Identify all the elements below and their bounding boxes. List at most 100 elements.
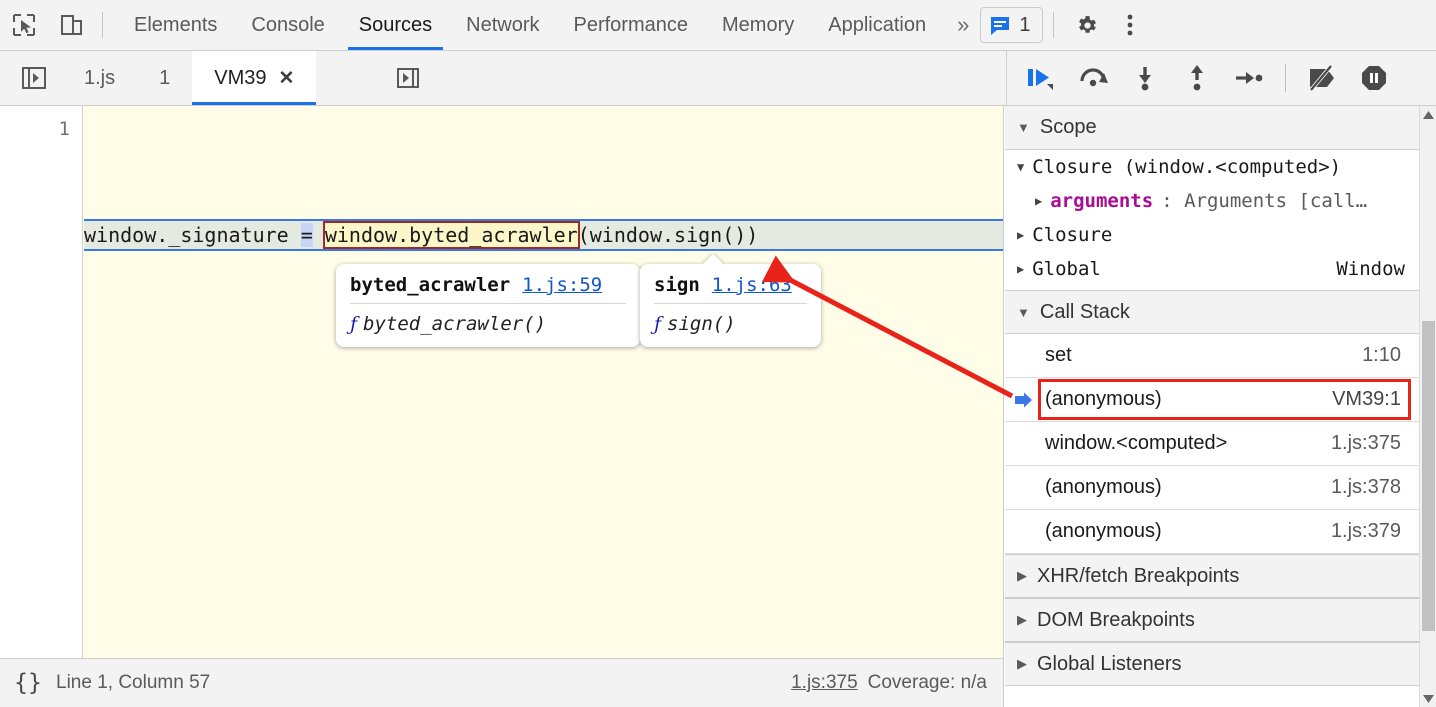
- chevron-right-icon: ▶: [1017, 656, 1027, 671]
- dom-breakpoints-section-header[interactable]: ▶ DOM Breakpoints: [1005, 598, 1419, 642]
- scroll-down-arrow-icon[interactable]: [1420, 690, 1436, 707]
- panel-tab-list: Elements Console Sources Network Perform…: [117, 0, 943, 50]
- inspect-element-button[interactable]: [0, 0, 48, 50]
- code-token-assignment-target: window._signature: [84, 223, 301, 247]
- tab-application-label: Application: [828, 13, 927, 36]
- tab-network[interactable]: Network: [449, 0, 556, 50]
- source-code-editor[interactable]: 1 window._signature = window.byted_acraw…: [0, 106, 1004, 658]
- console-messages-badge[interactable]: 1: [980, 7, 1044, 43]
- tooltip-signature-text: sign(): [667, 313, 736, 335]
- scope-property-key: arguments: [1050, 190, 1154, 212]
- tooltip-arrow-icon: [436, 264, 458, 265]
- scope-section-title: Scope: [1039, 116, 1097, 138]
- call-stack-function-name: set: [1045, 344, 1072, 366]
- deactivate-breakpoints-icon: [1309, 64, 1334, 92]
- source-tab-vm39[interactable]: VM39 ✕: [192, 51, 317, 105]
- call-stack-row-window-computed[interactable]: window.<computed> 1.js:375: [1005, 422, 1419, 466]
- tooltip-source-link[interactable]: 1.js:59: [522, 274, 602, 296]
- pause-on-exceptions-button[interactable]: [1350, 56, 1398, 100]
- step-out-button[interactable]: [1173, 56, 1221, 100]
- chevron-down-icon: ▼: [1017, 160, 1025, 174]
- call-stack-row-set[interactable]: set 1:10: [1005, 334, 1419, 378]
- step-over-button[interactable]: [1069, 56, 1117, 100]
- settings-button[interactable]: [1064, 0, 1108, 50]
- call-stack-location: VM39:1: [1332, 388, 1401, 410]
- chevron-down-icon: ▼: [1017, 120, 1030, 135]
- call-stack-row-anonymous-378[interactable]: (anonymous) 1.js:378: [1005, 466, 1419, 510]
- xhr-fetch-breakpoints-section-header[interactable]: ▶ XHR/fetch Breakpoints: [1005, 554, 1419, 598]
- source-tab-list: 1.js 1 VM39 ✕: [62, 51, 317, 105]
- step-button[interactable]: [1225, 56, 1273, 100]
- line-number-1[interactable]: 1: [59, 118, 70, 140]
- editor-status-bar: {} Line 1, Column 57 1.js:375 Coverage: …: [0, 658, 1004, 707]
- more-panels-button[interactable]: »: [943, 0, 980, 50]
- code-token-arguments: (window.sign()): [577, 223, 759, 247]
- tab-memory[interactable]: Memory: [705, 0, 811, 50]
- function-glyph-icon: ƒ: [350, 313, 358, 335]
- resume-script-execution-button[interactable]: [1017, 56, 1065, 100]
- deactivate-breakpoints-button[interactable]: [1298, 56, 1346, 100]
- pretty-print-button[interactable]: [388, 59, 428, 97]
- chevron-down-icon: ▼: [1017, 304, 1030, 320]
- tab-application[interactable]: Application: [811, 0, 943, 50]
- sidebar-scrollbar[interactable]: [1419, 106, 1436, 707]
- scope-row-closure[interactable]: ▶ Closure: [1005, 218, 1419, 252]
- device-toolbar-icon: [61, 15, 82, 35]
- step-over-icon: [1080, 68, 1108, 87]
- tooltip-source-link[interactable]: 1.js:63: [712, 274, 792, 296]
- dom-breakpoints-title: DOM Breakpoints: [1037, 608, 1195, 631]
- scope-row-arguments[interactable]: ▶ arguments: Arguments [call…: [1005, 184, 1419, 218]
- call-stack-row-anonymous-379[interactable]: (anonymous) 1.js:379: [1005, 510, 1419, 554]
- call-stack-section-header[interactable]: ▼ Call Stack: [1005, 290, 1419, 334]
- gear-icon: [1079, 15, 1096, 33]
- source-tab-1js[interactable]: 1.js: [62, 51, 137, 105]
- debugger-divider: [1285, 64, 1286, 92]
- status-bar-right: 1.js:375 Coverage: n/a: [791, 672, 1003, 694]
- scope-row-global[interactable]: ▶ Global Window: [1005, 252, 1419, 286]
- scope-row-closure-computed[interactable]: ▼ Closure (window.<computed>): [1005, 150, 1419, 184]
- close-icon[interactable]: ✕: [279, 69, 295, 88]
- xhr-fetch-breakpoints-title: XHR/fetch Breakpoints: [1037, 564, 1240, 587]
- call-stack-row-anonymous-vm39[interactable]: (anonymous) VM39:1: [1005, 378, 1419, 422]
- step-into-button[interactable]: [1121, 56, 1169, 100]
- devtools-window: Elements Console Sources Network Perform…: [0, 0, 1436, 707]
- format-code-button[interactable]: {}: [0, 659, 56, 707]
- resume-icon: [1028, 69, 1053, 90]
- toolbar-divider: [102, 12, 103, 38]
- coverage-label: Coverage: n/a: [867, 672, 987, 693]
- tab-console-label: Console: [251, 13, 325, 36]
- debugger-sidebar: ▼ Scope ▼ Closure (window.<computed>) ▶ …: [1005, 106, 1436, 707]
- debugger-control-bar: [1006, 51, 1436, 105]
- sources-sub-toolbar: 1.js 1 VM39 ✕: [0, 51, 1436, 106]
- sidebar-scrollbar-thumb[interactable]: [1422, 321, 1435, 631]
- tab-console[interactable]: Console: [234, 0, 341, 50]
- braces-icon: {}: [14, 670, 42, 696]
- tab-network-label: Network: [466, 13, 540, 36]
- tab-sources[interactable]: Sources: [342, 0, 449, 50]
- devtools-menu-button[interactable]: [1108, 0, 1152, 50]
- show-navigator-button[interactable]: [12, 59, 56, 97]
- code-token-operator: =: [300, 223, 313, 247]
- tab-memory-label: Memory: [722, 13, 795, 36]
- tab-performance[interactable]: Performance: [557, 0, 706, 50]
- source-location-link[interactable]: 1.js:375: [791, 672, 858, 694]
- source-tab-1[interactable]: 1: [137, 51, 192, 105]
- step-icon: [1236, 72, 1263, 84]
- global-listeners-section-header[interactable]: ▶ Global Listeners: [1005, 642, 1419, 686]
- format-source-icon: [397, 68, 419, 88]
- call-stack-function-name: window.<computed>: [1045, 432, 1228, 454]
- chevron-right-icon: ▶: [1035, 194, 1043, 208]
- function-tooltip-byted-acrawler: byted_acrawler 1.js:59 ƒ byted_acrawler(): [336, 264, 640, 347]
- code-line-1[interactable]: window._signature = window.byted_acrawle…: [84, 219, 1003, 251]
- call-stack-location: 1.js:378: [1330, 476, 1401, 498]
- scroll-up-arrow-icon[interactable]: [1420, 106, 1436, 123]
- function-glyph-icon: ƒ: [654, 313, 662, 335]
- tooltip-header: byted_acrawler 1.js:59: [350, 274, 626, 304]
- toggle-device-toolbar-button[interactable]: [48, 0, 96, 50]
- scope-section-header[interactable]: ▼ Scope: [1005, 106, 1419, 150]
- scope-row-label: Global: [1032, 258, 1101, 280]
- editor-scrollbar[interactable]: [989, 106, 1003, 658]
- tab-elements[interactable]: Elements: [117, 0, 234, 50]
- code-token-highlighted-call[interactable]: window.byted_acrawler: [322, 221, 580, 249]
- tooltip-signature-text: byted_acrawler(): [363, 313, 547, 335]
